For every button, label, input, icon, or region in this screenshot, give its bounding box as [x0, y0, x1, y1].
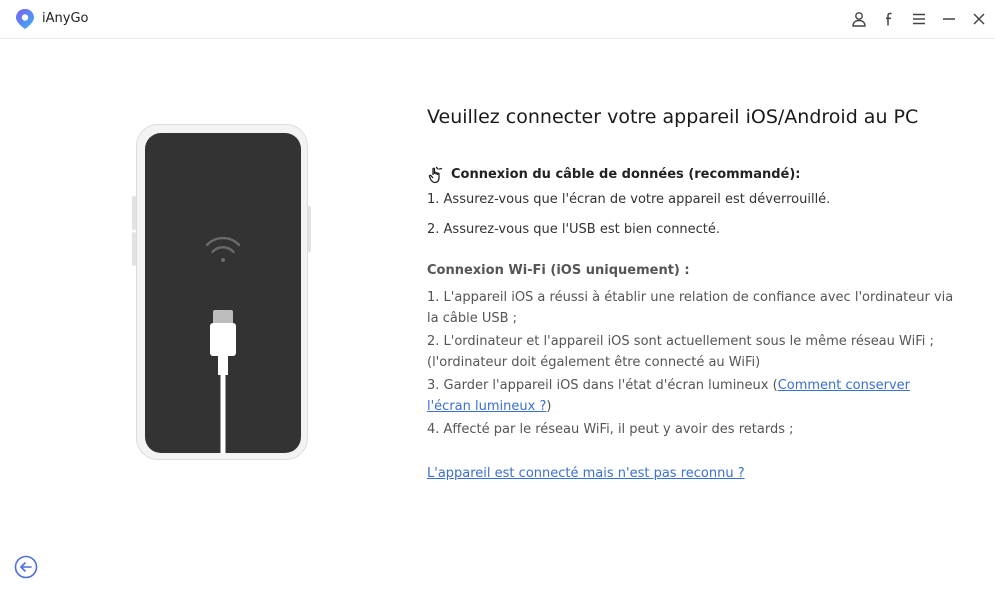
wifi-section-title: Connexion Wi-Fi (iOS uniquement) : — [427, 263, 690, 278]
keep-screen-on-link[interactable]: Comment conserver — [778, 378, 910, 393]
wifi-icon — [205, 236, 241, 262]
keep-screen-on-link-continued[interactable]: l'écran lumineux ? — [427, 399, 546, 414]
app-window: iAnyGo Veuillez connecter votre appareil… — [0, 0, 995, 596]
wifi-step-3-close: ) — [546, 399, 552, 414]
help-link-row: L'appareil est connecté mais n'est pas r… — [427, 466, 745, 481]
hand-pointer-icon — [427, 166, 445, 184]
minimize-icon[interactable] — [938, 8, 960, 30]
phone-screen — [145, 133, 301, 453]
cable-step-1: 1. Assurez-vous que l'écran de votre app… — [427, 192, 831, 207]
wifi-step-3-text: 3. Garder l'appareil iOS dans l'état d'é… — [427, 378, 778, 393]
wifi-step-4: 4. Affecté par le réseau WiFi, il peut y… — [427, 422, 794, 437]
close-icon[interactable] — [968, 8, 990, 30]
app-title: iAnyGo — [42, 11, 89, 26]
menu-icon[interactable] — [908, 8, 930, 30]
title-bar: iAnyGo — [0, 0, 995, 39]
wifi-step-1-line-1: 1. L'appareil iOS a réussi à établir une… — [427, 290, 954, 305]
cable-step-2: 2. Assurez-vous que l'USB est bien conne… — [427, 222, 721, 237]
facebook-icon[interactable] — [878, 8, 900, 30]
account-icon[interactable] — [848, 8, 870, 30]
device-not-recognized-link[interactable]: L'appareil est connecté mais n'est pas r… — [427, 466, 745, 481]
wifi-step-2-line-2: (l'ordinateur doit également être connec… — [427, 355, 761, 370]
page-title: Veuillez connecter votre appareil iOS/An… — [427, 106, 919, 128]
wifi-step-1-line-2: la câble USB ; — [427, 311, 518, 326]
phone-illustration — [136, 124, 308, 460]
usb-cable-illustration — [205, 236, 241, 453]
arrow-left-circle-icon — [14, 555, 38, 579]
ianygo-logo-icon — [14, 8, 36, 30]
wifi-step-2-line-1: 2. L'ordinateur et l'appareil iOS sont a… — [427, 334, 934, 349]
wifi-step-3-line-2: l'écran lumineux ?) — [427, 399, 551, 414]
cable-section-title: Connexion du câble de données (recommand… — [451, 167, 801, 182]
back-button[interactable] — [14, 555, 38, 579]
wifi-step-3-line-1: 3. Garder l'appareil iOS dans l'état d'é… — [427, 378, 910, 393]
